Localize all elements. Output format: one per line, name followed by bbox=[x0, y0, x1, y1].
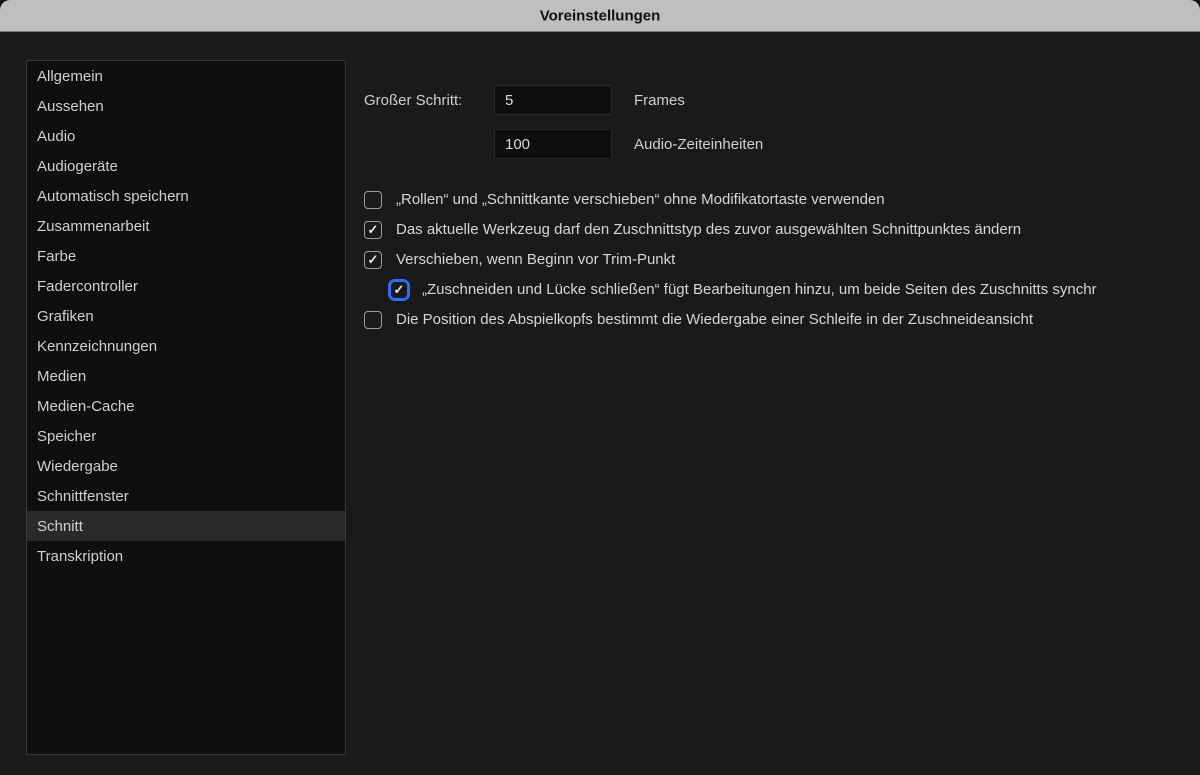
sidebar-item[interactable]: Wiedergabe bbox=[27, 451, 345, 481]
sidebar-item-label: Grafiken bbox=[37, 308, 94, 325]
option-checkbox[interactable] bbox=[364, 311, 382, 329]
sidebar-item-label: Medien-Cache bbox=[37, 398, 135, 415]
sidebar-item-label: Speicher bbox=[37, 428, 96, 445]
sidebar-item-label: Aussehen bbox=[37, 98, 104, 115]
preferences-content: Großer Schritt: Frames Audio-Zeiteinheit… bbox=[364, 60, 1180, 755]
sidebar-item-label: Automatisch speichern bbox=[37, 188, 189, 205]
window-body: Allgemein Aussehen Audio Audiogeräte Automat… bbox=[0, 32, 1200, 775]
trim-options-group: „Rollen“ und „Schnittkante verschieben“ … bbox=[364, 184, 1180, 334]
sidebar-item[interactable]: Automatisch speichern bbox=[27, 181, 345, 211]
sidebar-item-label: Farbe bbox=[37, 248, 76, 265]
sidebar-item-label: Wiedergabe bbox=[37, 458, 118, 475]
sidebar-item[interactable]: Kennzeichnungen bbox=[27, 331, 345, 361]
sidebar-item[interactable]: Schnitt bbox=[27, 511, 345, 541]
option-label: „Rollen“ und „Schnittkante verschieben“ … bbox=[396, 191, 885, 208]
sidebar-item-label: Schnitt bbox=[37, 518, 83, 535]
sidebar-item[interactable]: Grafiken bbox=[27, 301, 345, 331]
window-title: Voreinstellungen bbox=[540, 7, 661, 24]
option-row: Das aktuelle Werkzeug darf den Zuschnitt… bbox=[364, 214, 1180, 244]
large-step-frames-unit: Frames bbox=[634, 92, 685, 109]
option-row: Die Position des Abspielkopfs bestimmt d… bbox=[364, 304, 1180, 334]
sidebar-item[interactable]: Schnittfenster bbox=[27, 481, 345, 511]
option-label: „Zuschneiden und Lücke schließen“ fügt B… bbox=[422, 281, 1097, 298]
sidebar-item-label: Schnittfenster bbox=[37, 488, 129, 505]
large-step-frames-row: Großer Schritt: Frames bbox=[364, 78, 1180, 122]
titlebar: Voreinstellungen bbox=[0, 0, 1200, 32]
large-step-label: Großer Schritt: bbox=[364, 92, 494, 109]
option-row: „Zuschneiden und Lücke schließen“ fügt B… bbox=[364, 274, 1180, 304]
sidebar-item[interactable]: Medien-Cache bbox=[27, 391, 345, 421]
sidebar-item-label: Allgemein bbox=[37, 68, 103, 85]
option-label: Die Position des Abspielkopfs bestimmt d… bbox=[396, 311, 1033, 328]
sidebar-item-label: Kennzeichnungen bbox=[37, 338, 157, 355]
sidebar-item[interactable]: Aussehen bbox=[27, 91, 345, 121]
option-row: Verschieben, wenn Beginn vor Trim-Punkt bbox=[364, 244, 1180, 274]
sidebar-item[interactable]: Zusammenarbeit bbox=[27, 211, 345, 241]
sidebar-item[interactable]: Allgemein bbox=[27, 61, 345, 91]
sidebar-item[interactable]: Audiogeräte bbox=[27, 151, 345, 181]
option-row: „Rollen“ und „Schnittkante verschieben“ … bbox=[364, 184, 1180, 214]
large-step-audio-unit: Audio-Zeiteinheiten bbox=[634, 136, 763, 153]
sidebar-item-label: Medien bbox=[37, 368, 86, 385]
sidebar-item-label: Zusammenarbeit bbox=[37, 218, 150, 235]
sidebar-item[interactable]: Medien bbox=[27, 361, 345, 391]
option-checkbox[interactable] bbox=[364, 191, 382, 209]
sidebar-item[interactable]: Speicher bbox=[27, 421, 345, 451]
large-step-audio-input[interactable] bbox=[494, 129, 612, 159]
sidebar-item-label: Audiogeräte bbox=[37, 158, 118, 175]
option-checkbox[interactable] bbox=[364, 221, 382, 239]
large-step-audio-row: Audio-Zeiteinheiten bbox=[364, 122, 1180, 166]
option-label: Das aktuelle Werkzeug darf den Zuschnitt… bbox=[396, 221, 1021, 238]
large-step-frames-input[interactable] bbox=[494, 85, 612, 115]
sidebar-item[interactable]: Transkription bbox=[27, 541, 345, 571]
option-checkbox[interactable] bbox=[364, 251, 382, 269]
sidebar-item[interactable]: Farbe bbox=[27, 241, 345, 271]
option-checkbox[interactable] bbox=[390, 281, 408, 299]
option-label: Verschieben, wenn Beginn vor Trim-Punkt bbox=[396, 251, 675, 268]
sidebar-item[interactable]: Audio bbox=[27, 121, 345, 151]
sidebar-item-label: Fadercontroller bbox=[37, 278, 138, 295]
preferences-sidebar: Allgemein Aussehen Audio Audiogeräte Automat… bbox=[26, 60, 346, 755]
sidebar-item[interactable]: Fadercontroller bbox=[27, 271, 345, 301]
sidebar-item-label: Transkription bbox=[37, 548, 123, 565]
sidebar-item-label: Audio bbox=[37, 128, 75, 145]
